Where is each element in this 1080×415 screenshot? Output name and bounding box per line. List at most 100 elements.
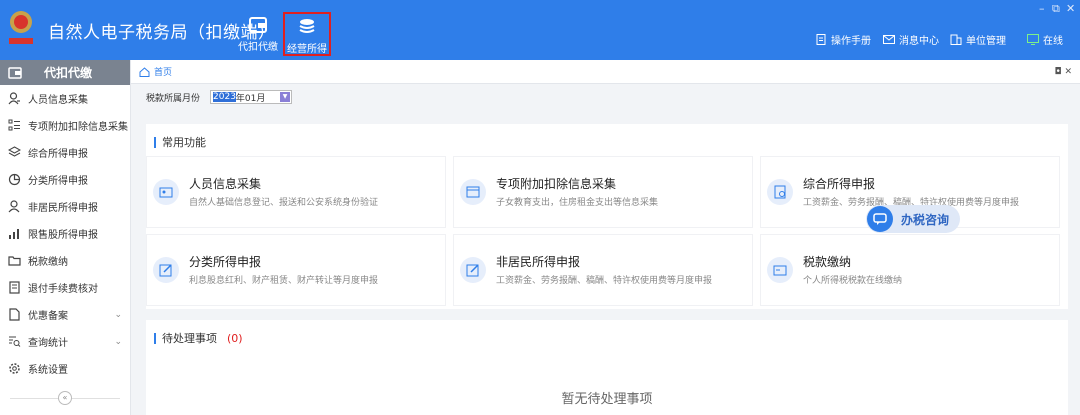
tile-classified-income[interactable]: 分类所得申报 利息股息红利、财产租赁、财产转让等月度申报 — [146, 234, 446, 306]
unit-management-link[interactable]: 单位管理 — [950, 32, 1006, 47]
nav-withholding-button[interactable]: 代扣代缴 — [234, 12, 282, 56]
tab-controls[interactable]: ◘ ✕ — [1054, 67, 1072, 77]
coin-stack-icon — [299, 19, 315, 33]
tile-desc: 个人所得税税款在线缴纳 — [803, 276, 903, 286]
sidebar-item-system-settings[interactable]: 系统设置 — [0, 355, 130, 382]
report-icon — [767, 179, 793, 205]
section-accent-bar — [154, 332, 156, 344]
sidebar-item-label: 限售股所得申报 — [28, 230, 98, 241]
calendar-icon — [460, 179, 486, 205]
tile-desc: 工资薪金、劳务报酬、稿酬、特许权使用费等月度申报 — [496, 276, 713, 286]
sidebar-item-label: 优惠备案 — [28, 311, 68, 322]
building-icon — [950, 34, 962, 45]
sidebar-item-refund-fee-check[interactable]: 退付手续费核对 — [0, 274, 130, 301]
sidebar-header: 代扣代缴 — [0, 60, 130, 85]
tax-period-input[interactable]: 2023 年01月 ▼ — [210, 90, 293, 104]
file-icon — [9, 308, 20, 321]
pending-title: 待处理事项 — [162, 332, 217, 345]
tax-period-label: 税款所属月份 — [146, 93, 201, 104]
tile-tax-payment[interactable]: 税款缴纳 个人所得税税款在线缴纳 — [760, 234, 1060, 306]
minimize-button[interactable]: – — [1039, 2, 1045, 15]
breadcrumb: 首页 ◘ ✕ — [131, 60, 1080, 84]
section-accent-bar — [154, 136, 156, 148]
wallet-icon — [8, 66, 22, 79]
common-functions-title: 常用功能 — [162, 136, 206, 149]
wallet-icon — [249, 17, 267, 33]
tile-title: 综合所得申报 — [803, 177, 876, 191]
pie-icon — [8, 173, 21, 186]
tile-title: 人员信息采集 — [189, 177, 262, 191]
sidebar-item-special-deduction[interactable]: 专项附加扣除信息采集 — [0, 112, 130, 139]
calendar-dropdown-icon[interactable]: ▼ — [280, 92, 291, 102]
breadcrumb-home-tab[interactable]: 首页 — [154, 65, 172, 78]
sidebar-item-label: 非居民所得申报 — [28, 203, 98, 214]
tax-period-row: 税款所属月份 2023 年01月 ▼ — [146, 90, 293, 104]
pending-count: (0) — [227, 331, 243, 345]
sidebar-item-preferential-filing[interactable]: 优惠备案 ⌄ — [0, 301, 130, 328]
sidebar-item-label: 分类所得申报 — [28, 176, 88, 187]
tile-title: 分类所得申报 — [189, 255, 262, 269]
sidebar-item-label: 专项附加扣除信息采集 — [28, 122, 128, 133]
tile-nonresident-income[interactable]: 非居民所得申报 工资薪金、劳务报酬、稿酬、特许权使用费等月度申报 — [453, 234, 753, 306]
online-status-link[interactable]: 在线 — [1027, 32, 1063, 47]
sidebar-title: 代扣代缴 — [44, 66, 93, 80]
chevron-down-icon[interactable]: ⌄ — [114, 310, 122, 320]
tax-consult-button[interactable]: 办税咨询 — [866, 205, 960, 233]
pending-empty-message: 暂无待处理事项 — [561, 392, 653, 407]
manual-link[interactable]: 操作手册 — [815, 32, 871, 47]
chevron-down-icon[interactable]: ⌄ — [114, 337, 122, 347]
user-icon — [8, 200, 20, 213]
sidebar-item-label: 综合所得申报 — [28, 149, 88, 160]
sidebar-item-label: 人员信息采集 — [28, 95, 88, 106]
message-center-label: 消息中心 — [899, 36, 939, 47]
tile-title: 专项附加扣除信息采集 — [496, 177, 617, 191]
chat-icon — [867, 206, 893, 232]
tax-consult-label: 办税咨询 — [901, 212, 950, 227]
layers-icon — [8, 146, 21, 157]
manual-icon — [816, 34, 826, 45]
online-status-label: 在线 — [1043, 36, 1063, 47]
pending-items-panel: 待处理事项 (0) 暂无待处理事项 — [146, 320, 1068, 415]
person-icon — [8, 92, 20, 105]
sidebar-item-tax-payment[interactable]: 税款缴纳 — [0, 247, 130, 274]
home-icon — [139, 66, 150, 77]
sidebar-item-label: 税款缴纳 — [28, 257, 68, 268]
sidebar-item-label: 系统设置 — [28, 365, 68, 376]
id-card-icon — [153, 179, 179, 205]
search-list-icon — [9, 336, 21, 347]
tile-special-deduction[interactable]: 专项附加扣除信息采集 子女教育支出，住房租金支出等信息采集 — [453, 156, 753, 228]
tile-title: 税款缴纳 — [803, 255, 852, 269]
collapse-sidebar-button[interactable]: « — [58, 391, 72, 405]
sidebar-item-nonresident-income[interactable]: 非居民所得申报 — [0, 193, 130, 220]
sidebar-item-comprehensive-income[interactable]: 综合所得申报 — [0, 139, 130, 166]
doc-icon — [9, 281, 20, 294]
mail-icon — [883, 35, 895, 44]
sidebar-item-restricted-shares[interactable]: 限售股所得申报 — [0, 220, 130, 247]
sidebar-item-personnel-info[interactable]: 人员信息采集 — [0, 85, 130, 112]
gear-icon — [9, 363, 20, 374]
folder-icon — [8, 256, 21, 266]
sidebar-item-label: 退付手续费核对 — [28, 284, 98, 295]
edit-icon — [460, 257, 486, 283]
sidebar-item-classified-income[interactable]: 分类所得申报 — [0, 166, 130, 193]
tax-emblem-logo — [9, 11, 33, 44]
nav-business-income-button[interactable]: 经营所得 — [283, 12, 331, 56]
edit-icon — [153, 257, 179, 283]
section-title: 常用功能 — [154, 134, 206, 150]
restore-button[interactable]: ⧉ — [1052, 2, 1060, 16]
tile-title: 非居民所得申报 — [496, 255, 581, 269]
section-title: 待处理事项 (0) — [154, 330, 243, 346]
unit-management-label: 单位管理 — [966, 36, 1006, 47]
message-center-link[interactable]: 消息中心 — [883, 32, 939, 47]
list-icon — [8, 119, 20, 131]
manual-label: 操作手册 — [831, 36, 871, 47]
monitor-icon — [1027, 34, 1039, 45]
sidebar-item-query-statistics[interactable]: 查询统计 ⌄ — [0, 328, 130, 355]
tile-personnel-info[interactable]: 人员信息采集 自然人基础信息登记、报送和公安系统身份验证 — [146, 156, 446, 228]
close-button[interactable]: ✕ — [1066, 2, 1075, 15]
payment-card-icon — [767, 257, 793, 283]
tile-desc: 子女教育支出，住房租金支出等信息采集 — [496, 198, 659, 208]
app-header: 自然人电子税务局（扣缴端） 代扣代缴 经营所得 – ⧉ ✕ 操作手册 消息中心 … — [0, 0, 1080, 60]
nav-label: 代扣代缴 — [238, 42, 278, 53]
tax-period-month: 年01月 — [235, 93, 266, 104]
